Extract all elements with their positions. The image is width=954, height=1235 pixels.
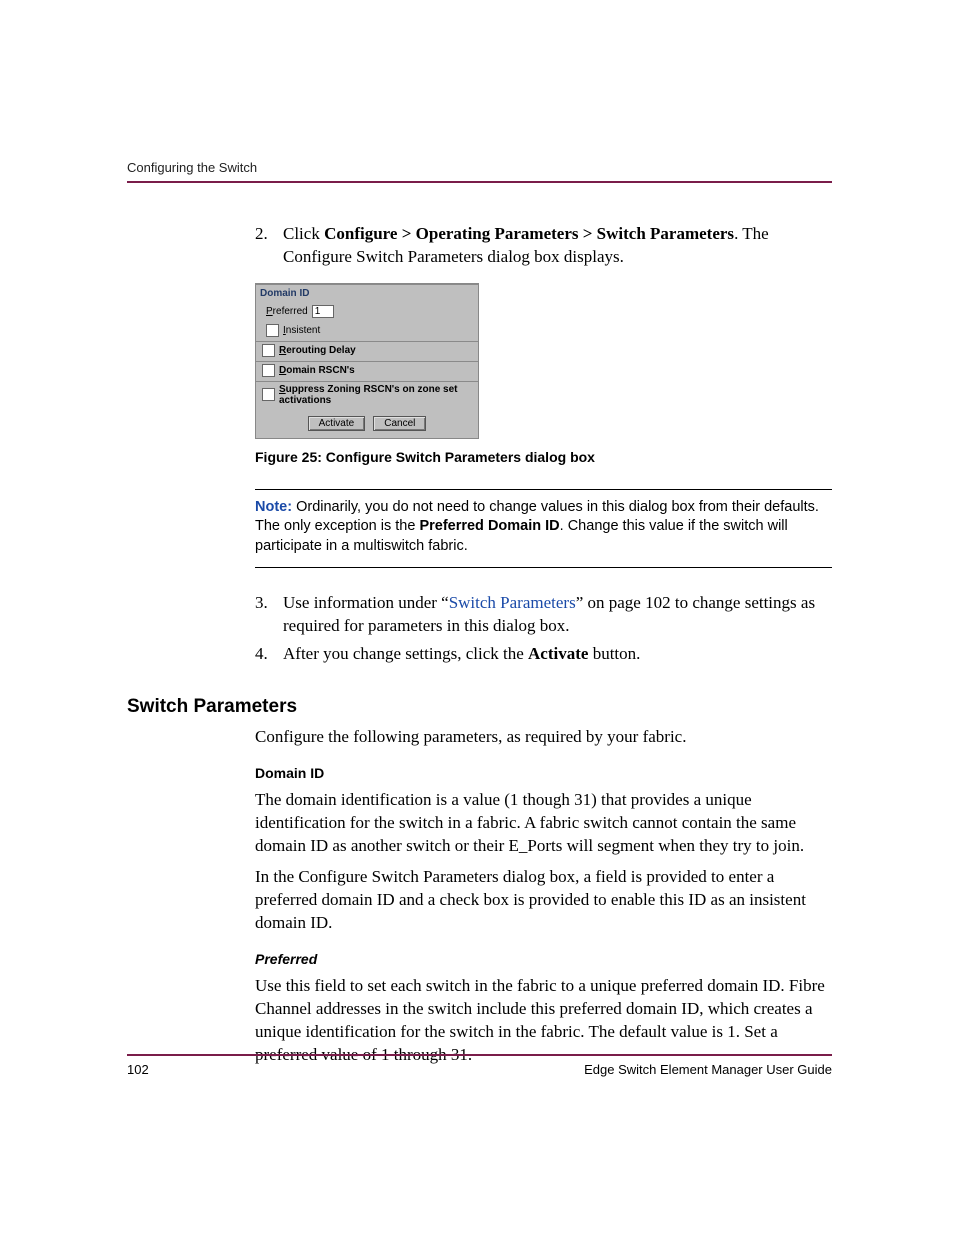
heading-switch-parameters: Switch Parameters — [127, 696, 832, 718]
rerouting-delay-checkbox[interactable] — [262, 344, 275, 357]
note-label: Note: — [255, 499, 292, 515]
domain-rscn-label: Domain RSCN's — [279, 365, 355, 376]
paragraph: Configure the following parameters, as r… — [255, 726, 832, 749]
group-heading-domain-id: Domain ID — [256, 285, 478, 303]
text: nsistent — [286, 325, 320, 336]
step-number: 4. — [255, 643, 269, 666]
figure-dialog: Domain ID Preferred Insistent Rerouting … — [255, 283, 832, 439]
cancel-button[interactable]: Cancel — [373, 416, 426, 431]
text: After you change settings, click the — [283, 644, 528, 663]
suppress-rscn-row[interactable]: Suppress Zoning RSCN's on zone set activ… — [256, 382, 478, 410]
text: referred — [273, 306, 308, 317]
note-bold: Preferred Domain ID — [419, 518, 559, 534]
step-number: 3. — [255, 592, 269, 638]
preferred-row: Preferred — [256, 303, 478, 322]
page-number: 102 — [127, 1062, 149, 1077]
activate-bold: Activate — [528, 644, 588, 663]
text: button. — [588, 644, 640, 663]
step-2: 2. Click Configure > Operating Parameter… — [255, 223, 832, 269]
suppress-rscn-label: Suppress Zoning RSCN's on zone set activ… — [279, 384, 472, 406]
rerouting-delay-row[interactable]: Rerouting Delay — [256, 342, 478, 361]
step-text: Click Configure > Operating Parameters >… — [283, 223, 832, 269]
paragraph: The domain identification is a value (1 … — [255, 789, 832, 858]
dialog-button-row: Activate Cancel — [256, 410, 478, 438]
figure-caption: Figure 25: Configure Switch Parameters d… — [255, 449, 832, 465]
activate-button[interactable]: Activate — [308, 416, 366, 431]
preferred-label: Preferred — [266, 306, 308, 317]
preferred-input[interactable] — [312, 305, 334, 318]
footer-title: Edge Switch Element Manager User Guide — [584, 1062, 832, 1077]
footer-rule — [127, 1054, 832, 1056]
insistent-checkbox[interactable] — [266, 324, 279, 337]
note-block: Note: Ordinarily, you do not need to cha… — [255, 489, 832, 568]
step-number: 2. — [255, 223, 269, 269]
text: Click — [283, 224, 324, 243]
paragraph: Use this field to set each switch in the… — [255, 975, 832, 1067]
insistent-row[interactable]: Insistent — [256, 322, 478, 341]
text: erouting Delay — [286, 345, 355, 356]
configure-switch-parameters-dialog: Domain ID Preferred Insistent Rerouting … — [255, 283, 479, 439]
domain-rscn-row[interactable]: Domain RSCN's — [256, 362, 478, 381]
heading-domain-id: Domain ID — [255, 765, 832, 781]
paragraph: In the Configure Switch Parameters dialo… — [255, 866, 832, 935]
mnemonic: P — [266, 306, 273, 317]
step-4: 4. After you change settings, click the … — [255, 643, 832, 666]
text: omain RSCN's — [286, 365, 355, 376]
rerouting-delay-label: Rerouting Delay — [279, 345, 356, 356]
header-rule — [127, 181, 832, 183]
switch-parameters-link[interactable]: Switch Parameters — [449, 593, 576, 612]
step-3: 3. Use information under “Switch Paramet… — [255, 592, 832, 638]
step-text: Use information under “Switch Parameters… — [283, 592, 832, 638]
heading-preferred: Preferred — [255, 951, 832, 967]
text: Use information under “ — [283, 593, 449, 612]
running-header: Configuring the Switch — [127, 160, 832, 175]
insistent-label: Insistent — [283, 325, 320, 336]
mnemonic: S — [279, 384, 286, 395]
domain-rscn-checkbox[interactable] — [262, 364, 275, 377]
text: uppress Zoning RSCN's on zone set activa… — [279, 384, 458, 406]
step-text: After you change settings, click the Act… — [283, 643, 832, 666]
menu-path: Configure > Operating Parameters > Switc… — [324, 224, 734, 243]
suppress-rscn-checkbox[interactable] — [262, 388, 275, 401]
